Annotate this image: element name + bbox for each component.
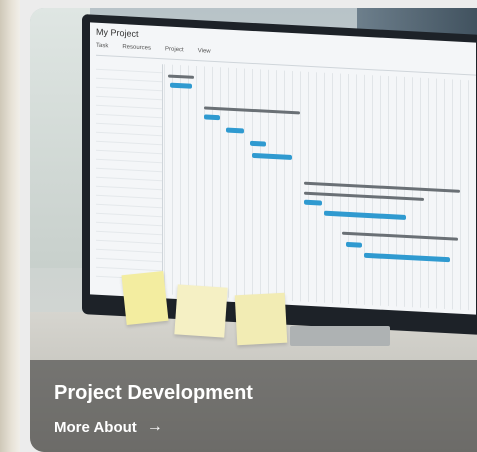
background-window bbox=[30, 8, 90, 268]
arrow-right-icon: → bbox=[146, 418, 163, 435]
card-title: Project Development bbox=[54, 382, 253, 404]
gantt-screen: My Project Task Resources Project View bbox=[90, 22, 476, 315]
screen-menu-item: Task bbox=[96, 42, 109, 50]
screen-title: My Project bbox=[96, 26, 139, 39]
screen-menu-item: View bbox=[197, 48, 211, 55]
sticky-note bbox=[174, 284, 228, 338]
gantt-task-list bbox=[96, 60, 163, 295]
card-caption-overlay: Project Development More About → bbox=[30, 360, 477, 452]
adjacent-card-edge bbox=[0, 0, 20, 452]
monitor-stand bbox=[290, 326, 390, 346]
more-about-link[interactable]: More About → bbox=[54, 418, 163, 436]
screen-menu-item: Resources bbox=[122, 44, 152, 52]
sticky-note bbox=[234, 292, 288, 346]
more-about-label: More About bbox=[54, 418, 137, 436]
gantt-chart-area bbox=[164, 64, 476, 311]
screen-menu-item: Project bbox=[165, 46, 184, 54]
service-card[interactable]: My Project Task Resources Project View P… bbox=[30, 8, 477, 452]
sticky-note bbox=[121, 270, 169, 326]
